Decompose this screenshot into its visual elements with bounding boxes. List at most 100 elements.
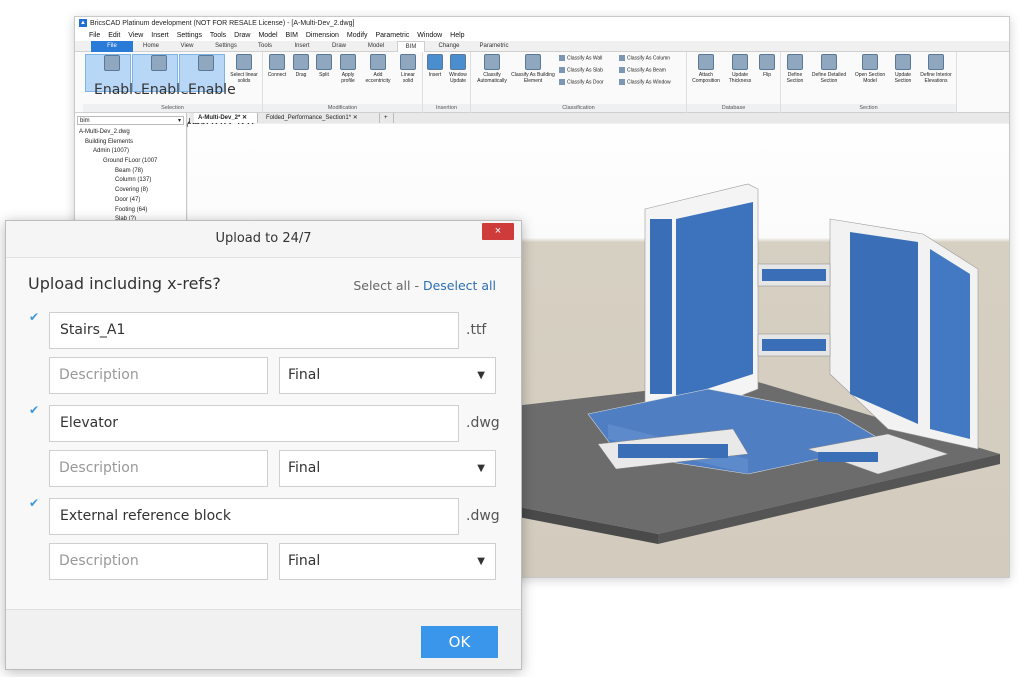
ok-button[interactable]: OK	[421, 626, 498, 658]
checkbox-checked[interactable]: ✔	[29, 497, 40, 509]
close-icon[interactable]: ✕	[242, 115, 247, 121]
close-icon: ×	[494, 225, 502, 237]
menu-bim[interactable]: BIM	[285, 32, 297, 39]
checkbox-checked[interactable]: ✔	[29, 403, 40, 417]
classify-wall-button[interactable]: Classify As Wall	[559, 55, 602, 62]
menu-settings[interactable]: Settings	[177, 32, 202, 39]
close-button[interactable]: ×	[482, 223, 514, 240]
classify-column-button[interactable]: Classify As Column	[619, 55, 670, 62]
menu-draw[interactable]: Draw	[234, 32, 250, 39]
status-select[interactable]: Final ▼	[279, 357, 496, 394]
tree-item[interactable]: Beam (78)	[75, 167, 186, 177]
attach-composition-button[interactable]: Attach Composition	[689, 54, 723, 84]
description-field[interactable]: Description	[49, 543, 268, 580]
status-select[interactable]: Final ▼	[279, 450, 496, 487]
classify-window-button[interactable]: Classify As Window	[619, 79, 671, 86]
tree-item[interactable]: Ground FLoor (1007	[75, 157, 186, 167]
slab-icon	[559, 67, 565, 73]
apply-profile-button[interactable]: Apply profile	[336, 54, 360, 84]
boundary-detection-button[interactable]: Enable boundary detection	[179, 54, 255, 168]
tab-settings[interactable]: Settings	[205, 41, 247, 52]
tab-model[interactable]: Model	[357, 41, 395, 52]
tree-item[interactable]: Covering (8)	[75, 186, 186, 196]
split-button[interactable]: Split	[313, 54, 335, 78]
tab-change[interactable]: Change	[429, 41, 469, 52]
new-tab-button[interactable]: +	[380, 113, 394, 123]
drag-button[interactable]: Drag	[290, 54, 312, 78]
checkmark-icon: ✔	[29, 403, 40, 417]
classify-beam-button[interactable]: Classify As Beam	[619, 67, 666, 74]
menu-parametric[interactable]: Parametric	[375, 32, 409, 39]
button-label: Define Detailed Section	[811, 72, 847, 84]
menu-dimension[interactable]: Dimension	[306, 32, 339, 39]
select-linear-solids-button[interactable]: Select linear solids	[227, 54, 261, 84]
button-label: Window Update	[449, 72, 467, 84]
linear-solid-icon	[400, 54, 416, 70]
tree-item[interactable]: Door (47)	[75, 196, 186, 206]
tab-view[interactable]: View	[169, 41, 205, 52]
menu-tools[interactable]: Tools	[210, 32, 226, 39]
panel-label: Database	[687, 104, 780, 112]
status-value: Final	[288, 460, 321, 476]
close-icon[interactable]: ✕	[353, 115, 358, 121]
classify-door-button[interactable]: Classify As Door	[559, 79, 604, 86]
structure-combo[interactable]: bim ▾	[77, 116, 184, 125]
button-label: Update Thickness	[728, 72, 752, 84]
update-section-button[interactable]: Update Section	[891, 54, 915, 84]
tab-insert[interactable]: Insert	[283, 41, 321, 52]
button-label: Add eccentricity	[365, 72, 391, 84]
define-detailed-section-button[interactable]: Define Detailed Section	[809, 54, 849, 84]
open-section-model-button[interactable]: Open Section Model	[851, 54, 889, 84]
tree-item[interactable]: Building Elements	[75, 138, 186, 148]
classify-automatically-button[interactable]: Classify Automatically	[475, 54, 509, 84]
menu-modify[interactable]: Modify	[347, 32, 368, 39]
update-thickness-button[interactable]: Update Thickness	[725, 54, 755, 84]
tree-item[interactable]: Column (137)	[75, 176, 186, 186]
menu-model[interactable]: Model	[258, 32, 277, 39]
flip-button[interactable]: Flip	[757, 54, 777, 78]
classify-slab-button[interactable]: Classify As Slab	[559, 67, 603, 74]
screen: ▲ BricsCAD Platinum development (NOT FOR …	[0, 0, 1019, 677]
tab-parametric[interactable]: Parametric	[471, 41, 517, 52]
tab-file[interactable]: File	[91, 41, 133, 52]
classify-building-element-button[interactable]: Classify As Building Element	[511, 54, 555, 84]
xref-name-field[interactable]: Elevator	[49, 405, 459, 442]
description-field[interactable]: Description	[49, 450, 268, 487]
menu-help[interactable]: Help	[450, 32, 464, 39]
xref-name-field[interactable]: External reference block	[49, 498, 459, 535]
insert-button[interactable]: Insert	[425, 54, 445, 78]
tree-item[interactable]: A-Multi-Dev_2.dwg	[75, 128, 186, 138]
tab-bim[interactable]: BIM	[397, 41, 425, 52]
add-eccentricity-button[interactable]: Add eccentricity	[361, 54, 395, 84]
enable-edges-button[interactable]: Enable selection of 3D solid edges	[85, 54, 157, 273]
xref-name-field[interactable]: Stairs_A1	[49, 312, 459, 349]
window-title: BricsCAD Platinum development (NOT FOR R…	[90, 20, 355, 27]
select-all-link[interactable]: Select all	[353, 278, 410, 293]
tab-home[interactable]: Home	[133, 41, 169, 52]
button-label: Define Interior Elevations	[920, 72, 952, 84]
connect-button[interactable]: Connect	[265, 54, 289, 78]
description-field[interactable]: Description	[49, 357, 268, 394]
interior-elevations-button[interactable]: Define Interior Elevations	[917, 54, 955, 84]
status-select[interactable]: Final ▼	[279, 543, 496, 580]
tab-draw[interactable]: Draw	[321, 41, 357, 52]
tree-item[interactable]: Footing (64)	[75, 206, 186, 216]
doc-tab[interactable]: Folded_Performance_Section1* ✕	[262, 113, 380, 123]
menu-edit[interactable]: Edit	[108, 32, 120, 39]
menu-window[interactable]: Window	[417, 32, 442, 39]
menu-insert[interactable]: Insert	[151, 32, 169, 39]
define-section-button[interactable]: Define Section	[783, 54, 807, 84]
connect-icon	[269, 54, 285, 70]
window-update-button[interactable]: Window Update	[446, 54, 470, 84]
checkbox-checked[interactable]: ✔	[29, 311, 40, 323]
doc-tab[interactable]: A-Multi-Dev_2* ✕	[194, 113, 258, 123]
linear-solid-button[interactable]: Linear solid	[396, 54, 420, 84]
deselect-all-link[interactable]: Deselect all	[423, 278, 496, 293]
menu-file[interactable]: File	[89, 32, 100, 39]
panel-section: Define Section Define Detailed Section O…	[781, 52, 957, 113]
tree-item[interactable]: Admin (1007)	[75, 147, 186, 157]
enable-faces-button[interactable]: Enable selection of 3D solid faces	[132, 54, 204, 273]
panel-database: Attach Composition Update Thickness Flip…	[687, 52, 781, 113]
menu-view[interactable]: View	[128, 32, 143, 39]
tab-tools[interactable]: Tools	[247, 41, 283, 52]
